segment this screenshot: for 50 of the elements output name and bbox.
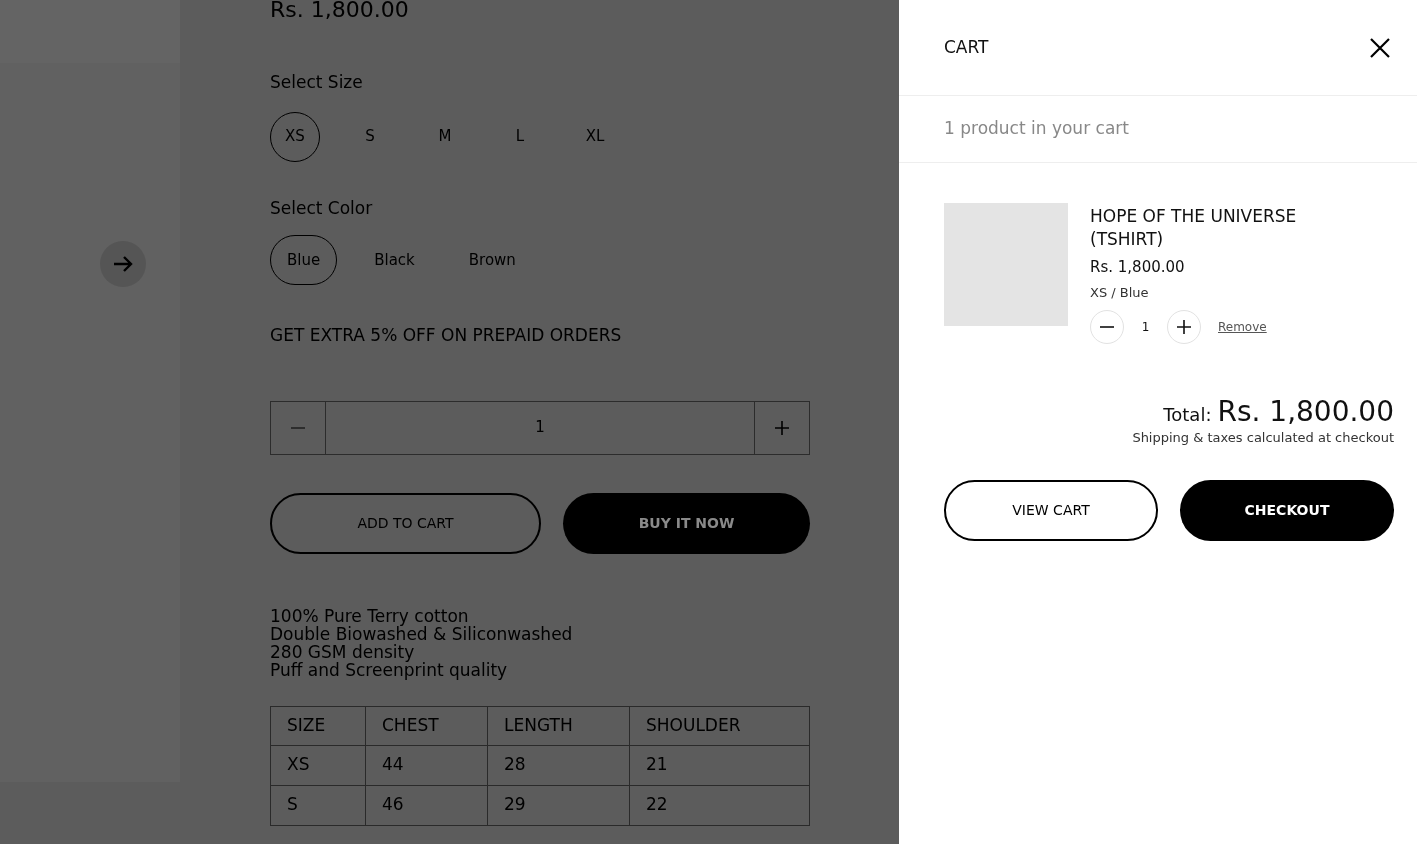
minus-icon bbox=[291, 426, 305, 429]
arrow-right-icon bbox=[113, 256, 133, 272]
total-label: Total: bbox=[1163, 403, 1212, 427]
table-cell: 46 bbox=[365, 785, 488, 825]
plus-icon bbox=[775, 420, 789, 435]
minus-icon bbox=[1100, 326, 1114, 328]
description-line: 100% Pure Terry cotton bbox=[270, 606, 470, 625]
table-header: SHOULDER bbox=[629, 706, 810, 745]
description-line: 280 GSM density bbox=[270, 642, 415, 661]
color-option[interactable]: Brown bbox=[451, 235, 533, 285]
color-option[interactable]: Blue bbox=[270, 235, 338, 285]
product-name: HOPE OF THE UNIVERSE (TSHIRT) bbox=[1090, 205, 1298, 251]
cart-title: CART bbox=[944, 35, 989, 59]
table-header: LENGTH bbox=[487, 706, 630, 745]
remove-link[interactable]: Remove bbox=[1218, 318, 1267, 336]
table-cell: S bbox=[270, 785, 366, 825]
close-button[interactable] bbox=[1368, 35, 1392, 60]
description-line: Puff and Screenprint quality bbox=[270, 660, 509, 679]
item-variant: XS / Blue bbox=[1090, 283, 1150, 302]
color-option[interactable]: Black bbox=[357, 235, 432, 285]
cart-count: 1 product in your cart bbox=[944, 117, 1129, 141]
view-cart-button[interactable]: VIEW CART bbox=[944, 479, 1158, 541]
buy-now-button[interactable]: BUY IT NOW bbox=[563, 492, 810, 554]
checkout-button[interactable]: CHECKOUT bbox=[1180, 479, 1394, 541]
table-cell: 29 bbox=[487, 785, 630, 825]
product-price: Rs. 1,800.00 bbox=[270, 0, 410, 22]
size-option[interactable]: XL bbox=[570, 111, 620, 162]
table-header: SIZE bbox=[270, 706, 366, 745]
size-option[interactable]: L bbox=[495, 111, 545, 162]
total-price: Rs. 1,800.00 bbox=[1217, 396, 1394, 428]
description-line: Double Biowashed & Siliconwashed bbox=[270, 624, 574, 643]
item-price: Rs. 1,800.00 bbox=[1090, 257, 1186, 278]
shipping-note: Shipping & taxes calculated at checkout bbox=[1132, 429, 1394, 447]
close-icon bbox=[1370, 37, 1390, 58]
add-to-cart-button[interactable]: ADD TO CART bbox=[270, 492, 541, 554]
table-cell: 28 bbox=[487, 745, 630, 785]
promo-text: GET EXTRA 5% OFF ON PREPAID ORDERS bbox=[270, 324, 623, 347]
quantity-value: 1 bbox=[534, 417, 546, 439]
plus-icon bbox=[1177, 320, 1191, 334]
size-option[interactable]: S bbox=[345, 111, 395, 162]
size-option[interactable]: M bbox=[420, 111, 470, 162]
color-label: Select Color bbox=[270, 196, 374, 220]
item-quantity: 1 bbox=[1140, 319, 1151, 336]
table-header: CHEST bbox=[365, 706, 488, 745]
table-cell: 44 bbox=[365, 745, 488, 785]
size-label: Select Size bbox=[270, 71, 364, 94]
table-cell: XS bbox=[270, 745, 366, 785]
table-cell: 22 bbox=[629, 785, 810, 825]
table-cell: 21 bbox=[629, 745, 810, 785]
next-arrow-button[interactable] bbox=[100, 241, 146, 287]
